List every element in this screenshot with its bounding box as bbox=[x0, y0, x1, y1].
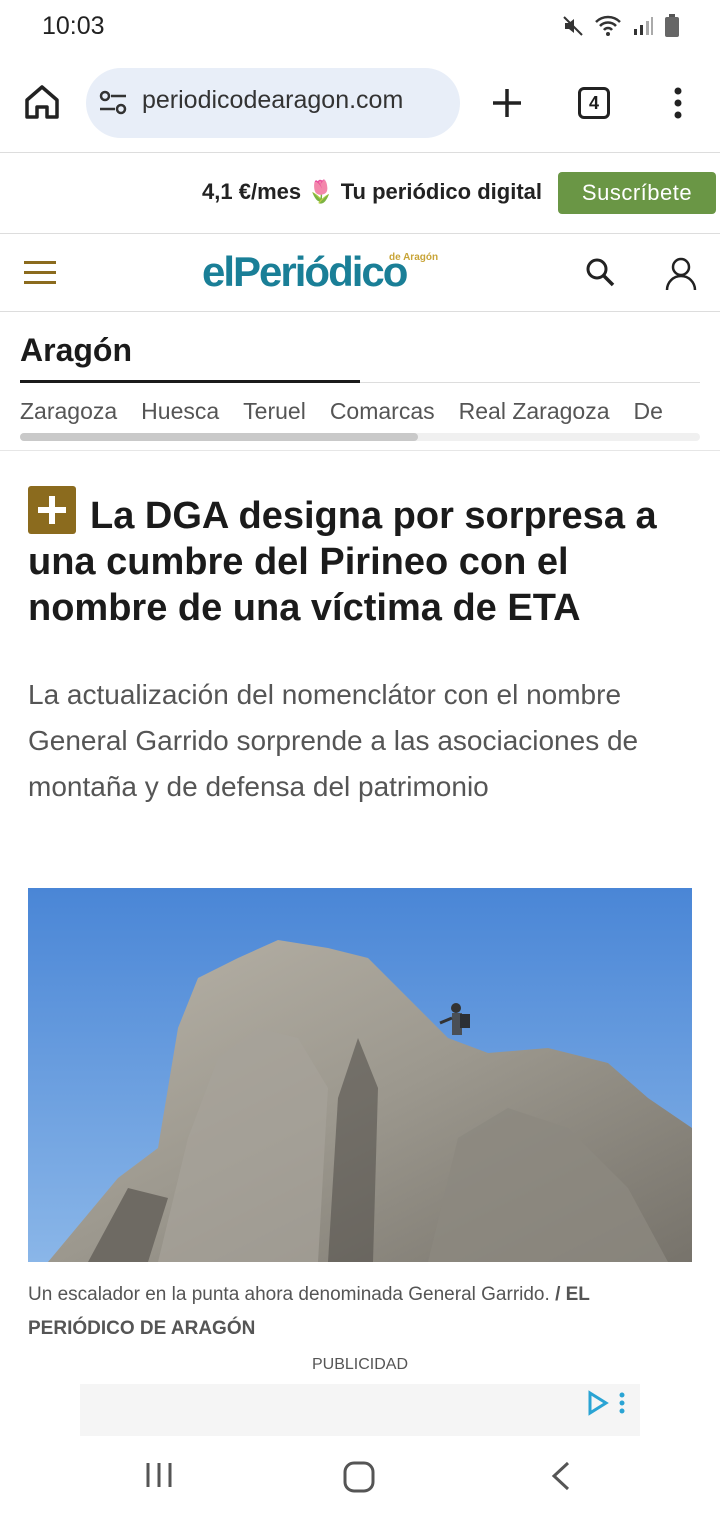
headline-text: La DGA designa por sorpresa a una cumbre… bbox=[28, 495, 657, 629]
subnav-item-teruel[interactable]: Teruel bbox=[243, 398, 306, 424]
ad-label: PUBLICIDAD bbox=[311, 1356, 409, 1373]
nav-divider bbox=[0, 450, 720, 451]
system-nav-bar bbox=[0, 1440, 720, 1520]
plus-icon bbox=[493, 89, 521, 117]
subscribe-button[interactable]: Suscríbete bbox=[558, 172, 716, 214]
back-icon bbox=[551, 1461, 570, 1491]
subscription-banner: 4,1 €/mes 🌷 Tu periódico digital Suscríb… bbox=[0, 152, 720, 234]
promo-text: 4,1 €/mes 🌷 Tu periódico digital bbox=[202, 179, 542, 204]
home-nav-button[interactable] bbox=[342, 1460, 376, 1499]
status-bar: 10:03 bbox=[0, 0, 720, 56]
article-headline: La DGA designa por sorpresa a una cumbre… bbox=[28, 486, 688, 631]
site-header: elPeriódico de Aragón bbox=[0, 234, 720, 312]
ad-slot[interactable] bbox=[80, 1384, 640, 1436]
subnav-item-zaragoza[interactable]: Zaragoza bbox=[20, 398, 117, 424]
subnav-item-deportes[interactable]: De bbox=[633, 398, 662, 424]
article-lead: La actualización del nomenclátor con el … bbox=[28, 679, 639, 802]
signal-icon bbox=[634, 17, 653, 35]
status-time: 10:03 bbox=[42, 12, 105, 40]
section-divider bbox=[360, 382, 700, 383]
url-text[interactable]: periodicodearagon.com bbox=[142, 86, 446, 115]
subsection-nav: Zaragoza Huesca Teruel Comarcas Real Zaragoz… bbox=[20, 398, 700, 430]
home-nav-icon bbox=[343, 1461, 375, 1493]
account-button[interactable] bbox=[664, 256, 698, 297]
battery-icon bbox=[665, 14, 679, 37]
article-photo[interactable] bbox=[28, 888, 692, 1262]
photo-caption: Un escalador en la punta ahora denominad… bbox=[28, 1278, 688, 1346]
hamburger-icon[interactable] bbox=[24, 261, 56, 285]
address-bar[interactable]: periodicodearagon.com bbox=[86, 68, 460, 138]
status-icons bbox=[562, 14, 680, 38]
mute-icon bbox=[563, 16, 583, 36]
recent-apps-icon bbox=[146, 1463, 172, 1487]
search-button[interactable] bbox=[584, 256, 616, 293]
subnav-item-huesca[interactable]: Huesca bbox=[141, 398, 219, 424]
wifi-icon bbox=[595, 15, 621, 36]
ad-choices-icon[interactable] bbox=[586, 1390, 630, 1421]
subnav-scrollbar[interactable] bbox=[20, 433, 700, 441]
tabs-icon[interactable]: 4 bbox=[578, 87, 610, 119]
mountain-photo bbox=[28, 888, 692, 1262]
home-icon bbox=[25, 85, 59, 119]
user-icon bbox=[665, 257, 697, 291]
home-button[interactable] bbox=[22, 82, 62, 122]
recent-apps-button[interactable] bbox=[144, 1460, 174, 1495]
subnav-item-real-zaragoza[interactable]: Real Zaragoza bbox=[459, 398, 610, 424]
section-title[interactable]: Aragón bbox=[20, 332, 132, 369]
new-tab-button[interactable] bbox=[490, 86, 524, 125]
back-button[interactable] bbox=[548, 1460, 574, 1497]
search-icon bbox=[586, 258, 615, 287]
plus-badge-icon bbox=[28, 486, 76, 534]
tune-icon bbox=[99, 90, 127, 115]
more-vertical-icon[interactable] bbox=[668, 86, 688, 125]
site-logo[interactable]: elPeriódico bbox=[202, 248, 408, 296]
site-settings-button[interactable] bbox=[98, 90, 128, 121]
browser-toolbar: periodicodearagon.com 4 bbox=[0, 56, 720, 152]
site-logo-sub: de Aragón bbox=[389, 252, 439, 263]
section-underline bbox=[20, 380, 360, 383]
subnav-item-comarcas[interactable]: Comarcas bbox=[330, 398, 435, 424]
caption-text: Un escalador en la punta ahora denominad… bbox=[28, 1284, 550, 1305]
